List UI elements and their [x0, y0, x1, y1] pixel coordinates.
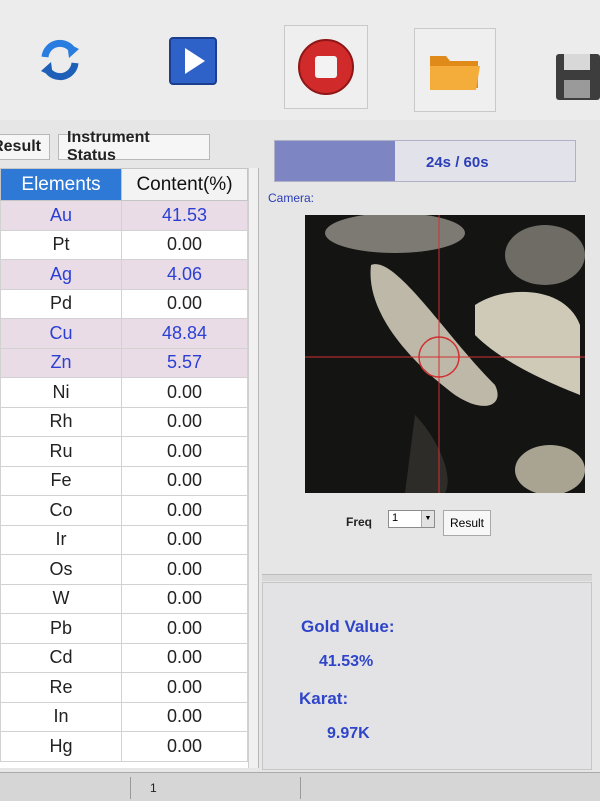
element-cell: Fe — [0, 465, 122, 496]
element-cell: Ru — [0, 436, 122, 467]
table-row[interactable]: Ir 0.00 — [0, 524, 248, 555]
element-cell: In — [0, 701, 122, 732]
element-cell: Pd — [0, 288, 122, 319]
save-icon — [556, 54, 600, 100]
content-cell: 41.53 — [121, 200, 248, 231]
element-cell: W — [0, 583, 122, 614]
gold-value-label: Gold Value: — [301, 617, 395, 636]
save-button[interactable] — [552, 48, 600, 104]
content-header[interactable]: Content(%) — [121, 168, 248, 201]
table-row[interactable]: In 0.00 — [0, 701, 248, 732]
refresh-icon — [41, 39, 79, 81]
content-cell: 0.00 — [121, 229, 248, 260]
content-cell: 0.00 — [121, 524, 248, 555]
content-cell: 0.00 — [121, 583, 248, 614]
gold-info-panel: Gold Value: 41.53% Karat: 9.97K — [262, 582, 592, 770]
table-row[interactable]: W 0.00 — [0, 583, 248, 614]
content-cell: 0.00 — [121, 495, 248, 526]
status-bar: 1 — [0, 772, 600, 801]
freq-value: 1 — [392, 512, 399, 524]
content-cell: 48.84 — [121, 318, 248, 349]
freq-label: Freq — [346, 515, 373, 529]
refresh-button[interactable] — [30, 30, 90, 90]
element-cell: Zn — [0, 347, 122, 378]
play-icon — [169, 37, 217, 85]
content-cell: 0.00 — [121, 731, 248, 762]
element-cell: Pb — [0, 613, 122, 644]
element-cell: Cu — [0, 318, 122, 349]
content-cell: 5.57 — [121, 347, 248, 378]
stop-icon — [298, 39, 354, 95]
element-cell: Cd — [0, 642, 122, 673]
content-cell: 0.00 — [121, 554, 248, 585]
measurement-progress-bar — [274, 140, 576, 182]
element-cell: Rh — [0, 406, 122, 437]
element-cell: Pt — [0, 229, 122, 260]
table-row[interactable]: Ag 4.06 — [0, 259, 248, 290]
content-cell: 0.00 — [121, 465, 248, 496]
camera-image — [305, 215, 585, 493]
camera-label: Camera: — [268, 191, 315, 205]
content-cell: 0.00 — [121, 672, 248, 703]
karat-label: Karat: — [299, 689, 349, 708]
table-row[interactable]: Zn 5.57 — [0, 347, 248, 378]
gold-value: 41.53% — [319, 653, 374, 670]
element-cell: Ag — [0, 259, 122, 290]
table-row[interactable]: Ru 0.00 — [0, 436, 248, 467]
content-cell: 0.00 — [121, 436, 248, 467]
element-cell: Ir — [0, 524, 122, 555]
element-cell: Os — [0, 554, 122, 585]
table-row[interactable]: Au 41.53 — [0, 200, 248, 231]
camera-view — [305, 215, 585, 493]
table-row[interactable]: Re 0.00 — [0, 672, 248, 703]
status-page: 1 — [150, 781, 157, 795]
result-button[interactable]: Result — [443, 510, 491, 536]
progress-fill — [275, 141, 395, 181]
table-row[interactable]: Pd 0.00 — [0, 288, 248, 319]
table-row[interactable]: Pb 0.00 — [0, 613, 248, 644]
elements-header[interactable]: Elements — [0, 168, 122, 201]
content-cell: 0.00 — [121, 613, 248, 644]
panel-divider — [262, 574, 592, 581]
element-cell: Co — [0, 495, 122, 526]
table-row[interactable]: Hg 0.00 — [0, 731, 248, 762]
content-cell: 0.00 — [121, 377, 248, 408]
tab-result[interactable]: Result — [0, 134, 50, 160]
status-separator — [300, 777, 301, 799]
freq-select[interactable]: 1 ▼ — [388, 510, 435, 528]
start-button[interactable] — [164, 32, 222, 90]
progress-time-text: 24s / 60s — [426, 154, 489, 171]
table-row[interactable]: Rh 0.00 — [0, 406, 248, 437]
folder-icon — [430, 56, 480, 90]
content-cell: 0.00 — [121, 701, 248, 732]
content-cell: 0.00 — [121, 288, 248, 319]
stop-button[interactable] — [284, 25, 368, 109]
table-header-row: Elements Content(%) — [0, 168, 248, 201]
table-row[interactable]: Pt 0.00 — [0, 229, 248, 260]
status-separator — [130, 777, 131, 799]
grid-scrollbar[interactable] — [248, 168, 258, 768]
table-row[interactable]: Cd 0.00 — [0, 642, 248, 673]
table-row[interactable]: Co 0.00 — [0, 495, 248, 526]
content-cell: 4.06 — [121, 259, 248, 290]
toolbar — [0, 0, 600, 120]
open-folder-button[interactable] — [414, 28, 496, 112]
table-row[interactable]: Ni 0.00 — [0, 377, 248, 408]
element-cell: Re — [0, 672, 122, 703]
element-cell: Au — [0, 200, 122, 231]
content-cell: 0.00 — [121, 642, 248, 673]
table-row[interactable]: Fe 0.00 — [0, 465, 248, 496]
element-content-grid: Elements Content(%) Au 41.53 Pt 0.00 Ag 4.06 P… — [0, 168, 259, 768]
element-table: Elements Content(%) Au 41.53 Pt 0.00 Ag 4.06 P… — [0, 168, 248, 762]
element-cell: Hg — [0, 731, 122, 762]
content-cell: 0.00 — [121, 406, 248, 437]
table-row[interactable]: Os 0.00 — [0, 554, 248, 585]
chevron-down-icon[interactable]: ▼ — [421, 511, 434, 527]
tab-instrument-status[interactable]: Instrument Status — [58, 129, 210, 164]
table-row[interactable]: Cu 48.84 — [0, 318, 248, 349]
element-cell: Ni — [0, 377, 122, 408]
karat-value: 9.97K — [327, 725, 370, 742]
